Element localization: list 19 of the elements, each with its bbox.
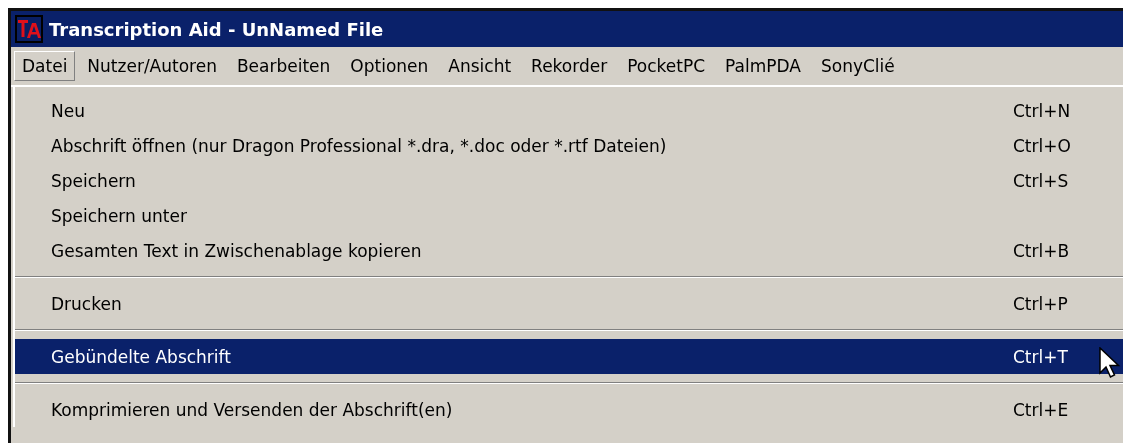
menu-bar-item[interactable]: Optionen — [342, 51, 437, 81]
window-title: Transcription Aid - UnNamed File — [49, 18, 384, 40]
menu-bar-item[interactable]: PocketPC — [619, 51, 714, 81]
app-logo-icon — [15, 15, 43, 43]
menu-item[interactable]: Neu Ctrl+N — [15, 93, 1123, 128]
menu-bar-item[interactable]: Rekorder — [523, 51, 616, 81]
menu-item[interactable]: Gesamten Text in Zwischenablage kopieren Ctrl+B — [15, 233, 1123, 268]
menu-bar-item[interactable]: Datei — [14, 51, 76, 81]
menu-bar-item[interactable]: Ansicht — [440, 51, 520, 81]
menu-item[interactable]: Komprimieren und Versenden der Abschrift(en) Ctrl+E — [15, 392, 1123, 427]
menu-item[interactable]: Speichern unter — [15, 198, 1123, 233]
menu-bar-item[interactable]: PalmPDA — [717, 51, 809, 81]
menu-item[interactable]: Abschrift öffnen (nur Dragon Professional *.dra, *.doc oder *.rtf Dateien) Ctrl+O — [15, 128, 1123, 163]
menu-item[interactable]: Drucken Ctrl+P — [15, 286, 1123, 321]
mouse-cursor-icon — [1099, 347, 1121, 379]
menu-item[interactable]: Speichern Ctrl+S — [15, 163, 1123, 198]
menu-bar-item[interactable]: SonyClié — [812, 51, 903, 81]
menu-bar-item[interactable]: Bearbeiten — [228, 51, 339, 81]
menu-bar-item[interactable]: Nutzer/Autoren — [79, 51, 225, 81]
